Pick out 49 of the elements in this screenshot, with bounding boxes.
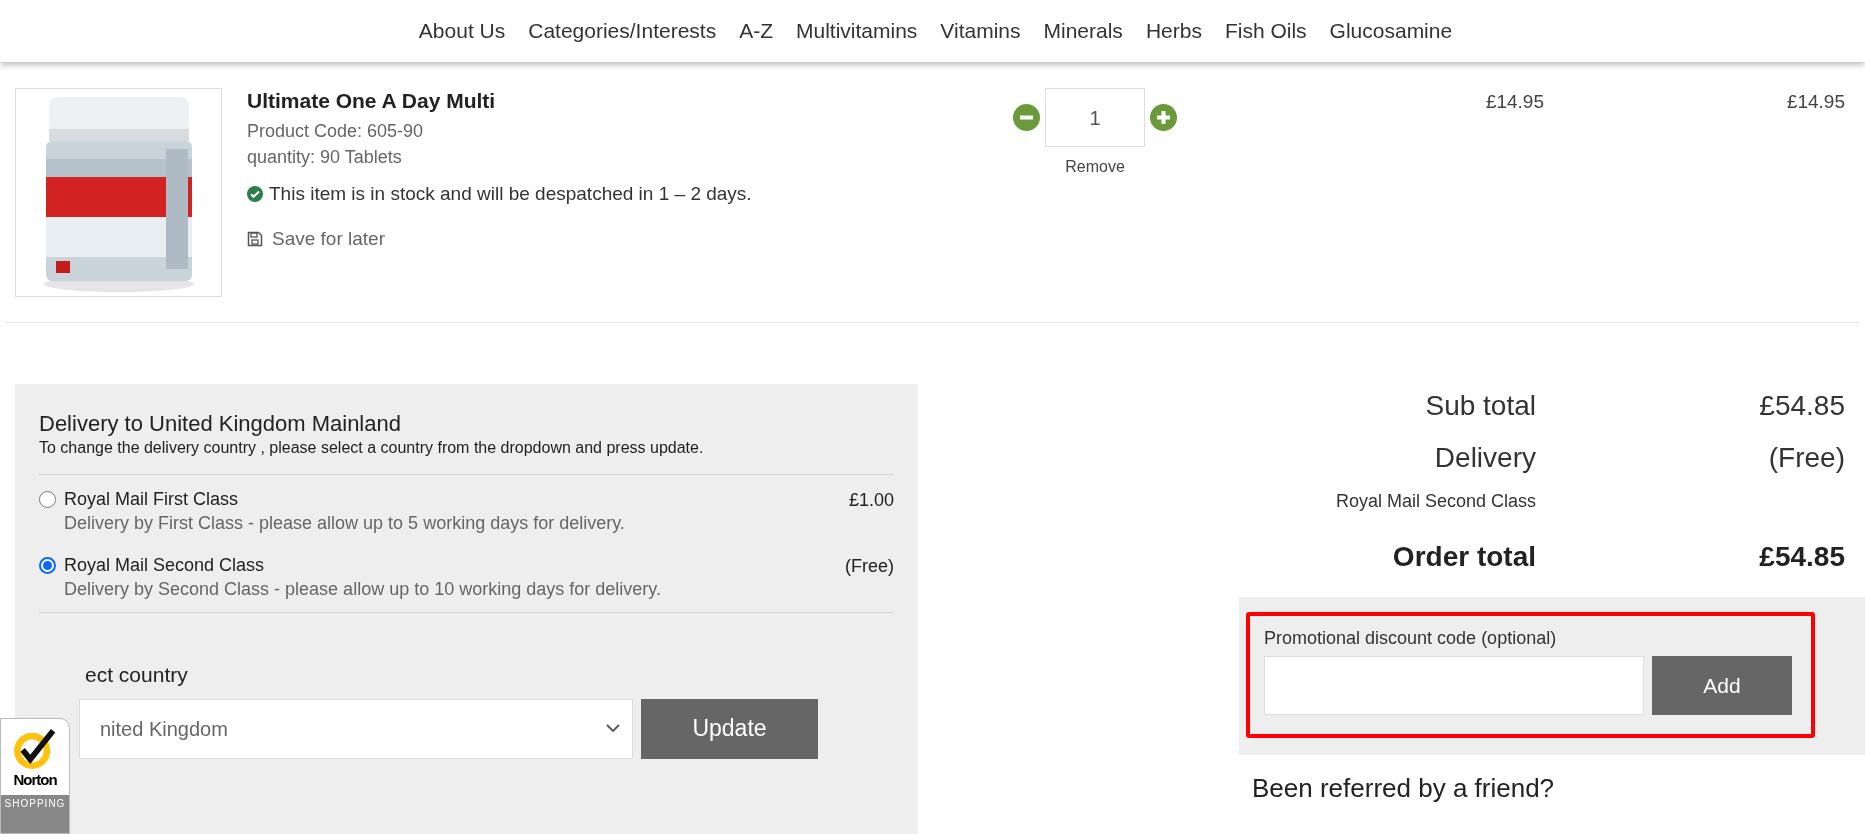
option-description: Delivery by First Class - please allow up to 5 working days for delivery. bbox=[64, 512, 626, 535]
radio-button[interactable] bbox=[39, 557, 56, 574]
nav-link[interactable]: Categories/Interests bbox=[528, 15, 717, 47]
quantity-field[interactable]: 1 bbox=[1045, 88, 1145, 147]
stock-message: This item is in stock and will be despatched in 1 – 2 days. bbox=[269, 182, 752, 206]
total-label: Order total bbox=[1392, 540, 1536, 574]
option-label[interactable]: Royal Mail Second Class bbox=[64, 553, 684, 577]
total-value: £54.85 bbox=[1759, 540, 1845, 574]
badge-caption: SHOPPING bbox=[4, 796, 66, 810]
save-for-later-link[interactable]: Save for later bbox=[272, 224, 385, 253]
product-code: Product Code: 605-90 bbox=[247, 120, 425, 143]
nav-link[interactable]: About Us bbox=[418, 15, 506, 47]
nav-link[interactable]: Glucosamine bbox=[1329, 15, 1453, 47]
nav-link[interactable]: Fish Oils bbox=[1224, 15, 1307, 47]
nav-link[interactable]: A-Z bbox=[739, 15, 773, 47]
product-title[interactable]: Ultimate One A Day Multi bbox=[247, 88, 1010, 114]
total-value: (Free) bbox=[1768, 441, 1845, 475]
minus-icon[interactable] bbox=[1013, 104, 1040, 131]
total-label: Delivery bbox=[1434, 441, 1536, 475]
total-value: £54.85 bbox=[1759, 389, 1845, 423]
delivery-heading: Delivery to United Kingdom Mainland bbox=[39, 410, 402, 438]
nav-link[interactable]: Vitamins bbox=[940, 15, 1021, 47]
pack-size: quantity: 90 Tablets bbox=[247, 146, 403, 169]
chevron-down-icon bbox=[606, 724, 620, 733]
option-label[interactable]: Royal Mail First Class bbox=[64, 487, 684, 511]
delivery-note: To change the delivery country , please select a country from the dropdown and press update. bbox=[39, 438, 705, 458]
country-label: ect country bbox=[85, 662, 188, 688]
security-badge[interactable]: Norton SHOPPING bbox=[0, 718, 70, 834]
country-dropdown[interactable]: nited Kingdom bbox=[79, 698, 633, 759]
badge-logo: Norton bbox=[13, 770, 57, 789]
delivery-method: Royal Mail Second Class bbox=[1335, 490, 1536, 513]
promo-code-field[interactable] bbox=[1264, 656, 1644, 715]
option-price: (Free) bbox=[845, 555, 894, 577]
plus-icon[interactable] bbox=[1150, 104, 1177, 131]
nav-link[interactable]: Multivitamins bbox=[796, 15, 918, 47]
update-button[interactable]: Update bbox=[641, 698, 818, 759]
referral-heading: Been referred by a friend? bbox=[1252, 772, 1555, 805]
add-button[interactable]: Add bbox=[1652, 656, 1792, 715]
option-description: Delivery by Second Class - please allow up to 10 working days for delivery. bbox=[64, 578, 662, 601]
line-total: £14.95 bbox=[1786, 90, 1845, 112]
unit-price: £14.95 bbox=[1485, 90, 1544, 112]
remove-link[interactable]: Remove bbox=[1065, 155, 1125, 179]
total-label: Sub total bbox=[1425, 389, 1536, 423]
check-circle-icon bbox=[247, 186, 263, 203]
option-price: £1.00 bbox=[848, 489, 894, 511]
promo-label: Promotional discount code (optional) bbox=[1264, 627, 1558, 650]
nav-link[interactable]: Herbs bbox=[1145, 15, 1202, 47]
nav-link[interactable]: Minerals bbox=[1043, 15, 1123, 47]
radio-button[interactable] bbox=[39, 491, 56, 508]
